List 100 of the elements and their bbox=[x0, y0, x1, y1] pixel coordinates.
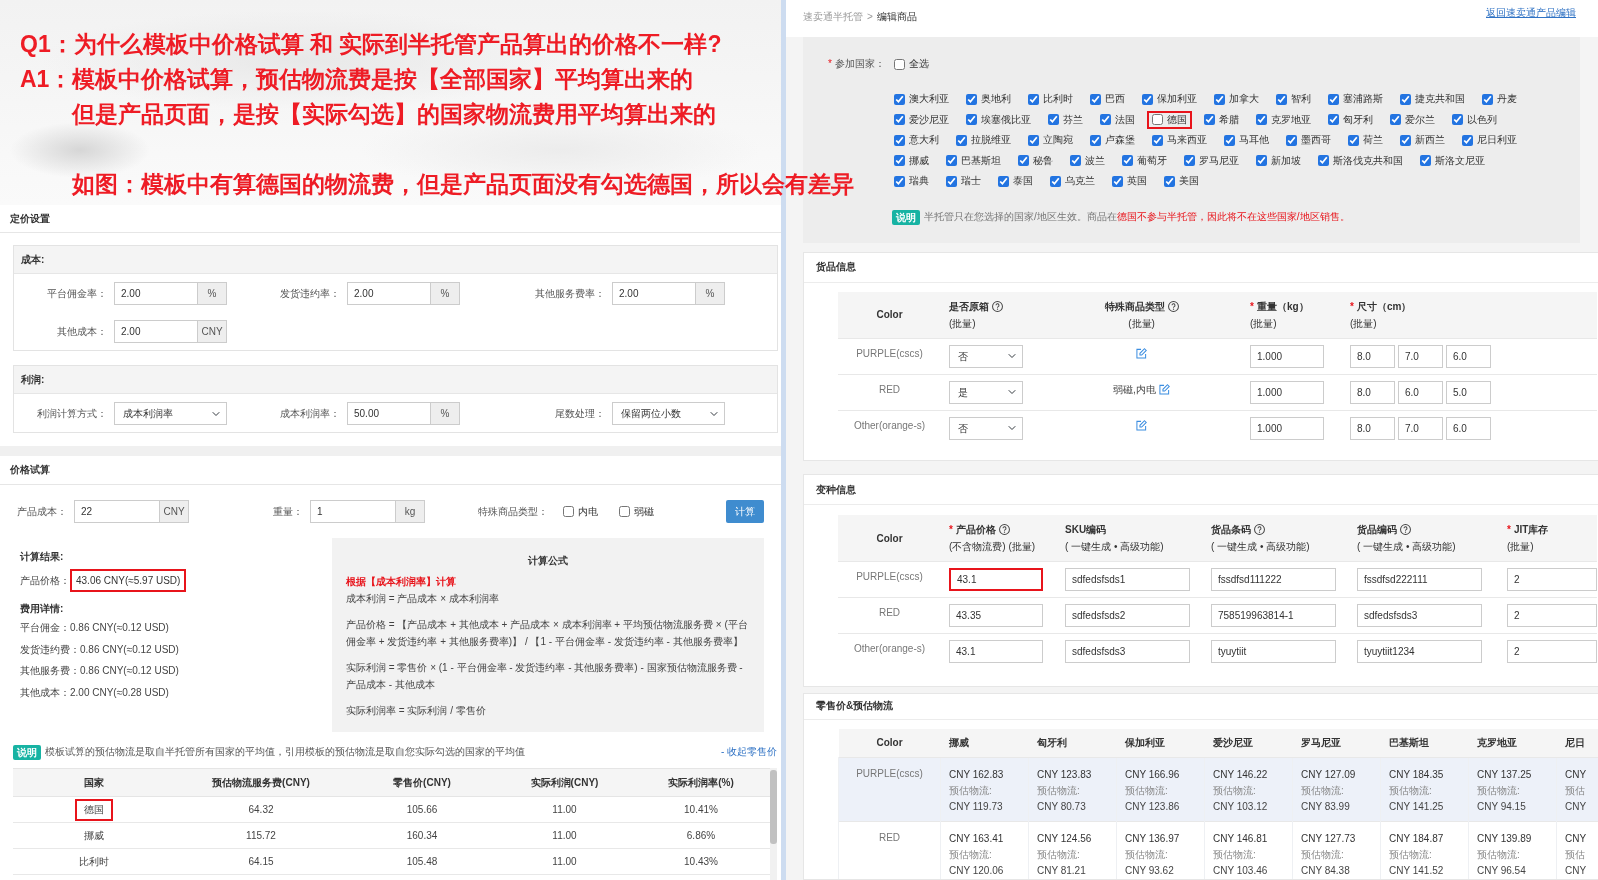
size-input[interactable]: 8.0 bbox=[1350, 416, 1395, 440]
text-field[interactable]: 50.00 bbox=[347, 402, 431, 425]
checkbox[interactable] bbox=[1420, 155, 1431, 167]
checkbox[interactable] bbox=[1214, 93, 1225, 105]
checkbox[interactable] bbox=[894, 175, 905, 187]
dropdown[interactable]: 保留两位小数 bbox=[612, 402, 725, 425]
dropdown[interactable]: 否 bbox=[949, 416, 1023, 440]
size-input[interactable]: 6.0 bbox=[1446, 344, 1491, 368]
checkbox[interactable] bbox=[894, 93, 905, 105]
hint-link[interactable]: 一键生成 bbox=[1071, 541, 1112, 552]
dropdown[interactable]: 是 bbox=[949, 380, 1023, 404]
barcode-input[interactable]: fssdfsd111222 bbox=[1211, 568, 1336, 591]
collapse-link[interactable]: - 收起零售价 bbox=[720, 745, 777, 759]
checkbox[interactable] bbox=[1452, 114, 1463, 126]
checkbox[interactable] bbox=[956, 134, 967, 146]
checkbox[interactable] bbox=[1482, 93, 1493, 105]
price-input[interactable]: 43.1 bbox=[949, 640, 1043, 663]
size-input[interactable]: 7.0 bbox=[1398, 416, 1443, 440]
checkbox[interactable] bbox=[946, 155, 957, 167]
checkbox[interactable] bbox=[1400, 134, 1411, 146]
checkbox[interactable] bbox=[1286, 134, 1297, 146]
checkbox[interactable] bbox=[894, 155, 905, 167]
checkbox[interactable] bbox=[1164, 175, 1175, 187]
size-input[interactable]: 7.0 bbox=[1398, 344, 1443, 368]
size-input[interactable]: 6.0 bbox=[1446, 416, 1491, 440]
size-input[interactable]: 8.0 bbox=[1350, 344, 1395, 368]
checkbox[interactable] bbox=[1204, 114, 1215, 126]
edit-icon[interactable] bbox=[1136, 420, 1147, 432]
item-code-input[interactable]: tyuytiit1234 bbox=[1357, 640, 1482, 663]
checkbox[interactable] bbox=[966, 93, 977, 105]
text-field[interactable]: 2.00 bbox=[114, 320, 198, 343]
checkbox[interactable] bbox=[1048, 114, 1059, 126]
country-label: 马来西亚 bbox=[1167, 134, 1207, 147]
calculate-button[interactable]: 计算 bbox=[726, 500, 764, 523]
checkbox[interactable] bbox=[1050, 175, 1061, 187]
checkbox[interactable] bbox=[1328, 93, 1339, 105]
checkbox[interactable] bbox=[1100, 114, 1111, 126]
edit-icon[interactable] bbox=[1136, 348, 1147, 360]
checkbox[interactable] bbox=[1276, 93, 1287, 105]
checkbox[interactable] bbox=[1090, 134, 1101, 146]
text-field[interactable]: 2.00 bbox=[612, 282, 696, 305]
sku-input[interactable]: sdfedsfsds3 bbox=[1065, 640, 1190, 663]
text-field[interactable]: 2.00 bbox=[347, 282, 431, 305]
checkbox[interactable] bbox=[1142, 93, 1153, 105]
checkbox[interactable] bbox=[1152, 114, 1163, 126]
checkbox[interactable] bbox=[1028, 93, 1039, 105]
barcode-input[interactable]: 758519963814-1 bbox=[1211, 604, 1336, 627]
hint-link[interactable]: 一键生成 bbox=[1363, 541, 1404, 552]
retail-price: CNY 139.89 bbox=[1477, 832, 1532, 846]
stock-input[interactable]: 2 bbox=[1507, 604, 1597, 627]
text-field[interactable]: 2.00 bbox=[114, 282, 198, 305]
size-input[interactable]: 5.0 bbox=[1446, 380, 1491, 404]
checkbox[interactable] bbox=[1112, 175, 1123, 187]
notice-text: 半托管只在您选择的国家/地区生效。商品在德国不参与半托管，因此将不在这些国家/地区销售。 bbox=[924, 210, 1350, 224]
checkbox[interactable] bbox=[1390, 114, 1401, 126]
scrollbar-thumb[interactable] bbox=[770, 770, 777, 844]
checkbox[interactable] bbox=[1462, 134, 1473, 146]
checkbox[interactable] bbox=[1400, 93, 1411, 105]
hint-link[interactable]: 一键生成 bbox=[1217, 541, 1258, 552]
text-field[interactable]: 1 bbox=[310, 500, 396, 523]
stock-input[interactable]: 2 bbox=[1507, 640, 1597, 663]
checkbox[interactable] bbox=[1184, 155, 1195, 167]
checkbox[interactable] bbox=[966, 114, 977, 126]
checkbox[interactable] bbox=[1070, 155, 1081, 167]
checkbox[interactable] bbox=[563, 506, 574, 517]
text-field[interactable]: 22 bbox=[74, 500, 160, 523]
barcode-input[interactable]: tyuytiit bbox=[1211, 640, 1336, 663]
checkbox[interactable] bbox=[894, 134, 905, 146]
size-input[interactable]: 6.0 bbox=[1398, 380, 1443, 404]
item-code-input[interactable]: sdfedsfsds3 bbox=[1357, 604, 1482, 627]
checkbox[interactable] bbox=[894, 58, 905, 70]
price-input[interactable]: 43.35 bbox=[949, 604, 1043, 627]
checkbox[interactable] bbox=[1090, 93, 1101, 105]
item-code-input[interactable]: fssdfsd222111 bbox=[1357, 568, 1482, 591]
checkbox[interactable] bbox=[998, 175, 1009, 187]
stock-input[interactable]: 2 bbox=[1507, 568, 1597, 591]
checkbox[interactable] bbox=[1318, 155, 1329, 167]
checkbox[interactable] bbox=[1256, 114, 1267, 126]
checkbox[interactable] bbox=[1018, 155, 1029, 167]
sku-input[interactable]: sdfedsfsds1 bbox=[1065, 568, 1190, 591]
weight-input[interactable]: 1.000 bbox=[1250, 416, 1324, 440]
sku-input[interactable]: sdfedsfsds2 bbox=[1065, 604, 1190, 627]
dropdown[interactable]: 成本利润率 bbox=[114, 402, 227, 425]
weight-input[interactable]: 1.000 bbox=[1250, 344, 1324, 368]
checkbox[interactable] bbox=[894, 114, 905, 126]
checkbox[interactable] bbox=[1348, 134, 1359, 146]
checkbox[interactable] bbox=[1152, 134, 1163, 146]
checkbox[interactable] bbox=[1328, 114, 1339, 126]
edit-icon[interactable] bbox=[1158, 384, 1170, 396]
size-input[interactable]: 8.0 bbox=[1350, 380, 1395, 404]
checkbox[interactable] bbox=[1256, 155, 1267, 167]
checkbox[interactable] bbox=[1224, 134, 1235, 146]
weight-input[interactable]: 1.000 bbox=[1250, 380, 1324, 404]
checkbox[interactable] bbox=[946, 175, 957, 187]
dropdown[interactable]: 否 bbox=[949, 344, 1023, 368]
back-link[interactable]: 返回速卖通产品编辑 bbox=[1486, 6, 1576, 20]
checkbox[interactable] bbox=[1122, 155, 1133, 167]
price-input[interactable]: 43.1 bbox=[949, 568, 1043, 591]
checkbox[interactable] bbox=[619, 506, 630, 517]
checkbox[interactable] bbox=[1028, 134, 1039, 146]
